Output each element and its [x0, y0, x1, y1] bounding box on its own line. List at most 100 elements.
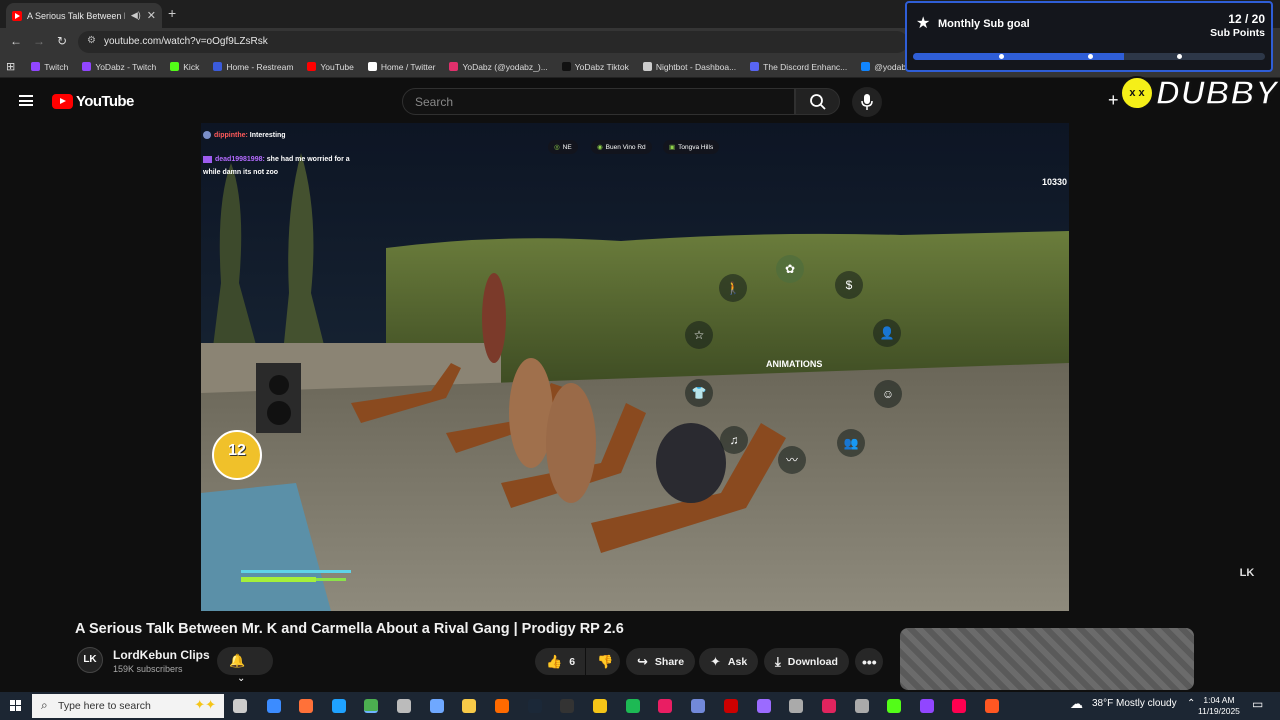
bookmark-item[interactable]: YouTube — [307, 62, 354, 72]
game-scene — [201, 123, 1069, 611]
bookmark-label: The Discord Enhanc... — [763, 61, 848, 72]
app-icon[interactable] — [985, 699, 999, 713]
forward-arrow-icon[interactable]: → — [33, 34, 45, 48]
walk-icon[interactable]: 🚶 — [719, 274, 747, 302]
apps-grid-icon[interactable]: ⊞ — [6, 60, 15, 73]
group-icon[interactable]: 👥 — [837, 429, 865, 457]
radial-menu-label: ANIMATIONS — [766, 359, 823, 369]
bookmark-label: YoDabz Tiktok — [574, 61, 629, 72]
bookmark-item[interactable]: Home - Restream — [213, 62, 293, 72]
tray-chevron-icon[interactable]: ⌃ — [1187, 698, 1195, 709]
app-icon[interactable] — [855, 699, 869, 713]
voice-search-button[interactable] — [852, 87, 882, 117]
obs-icon[interactable] — [397, 699, 411, 713]
video-player[interactable]: dippinthe: Interesting dead19981998: she… — [201, 123, 1069, 611]
like-button[interactable]: 👍 6 — [535, 648, 585, 675]
create-icon[interactable]: + — [1108, 90, 1119, 111]
bookmark-item[interactable]: Kick — [170, 62, 199, 72]
discord-icon[interactable] — [691, 699, 705, 713]
download-button[interactable]: ⤓ Download — [764, 648, 849, 675]
clock-date: 11/19/2025 — [1198, 706, 1240, 716]
location-chip: ▣ Tongva Hills — [663, 140, 720, 154]
youtube-logo[interactable]: YouTube — [52, 93, 134, 110]
channel-name[interactable]: LordKebun Clips — [113, 648, 210, 662]
copilot-icon[interactable] — [267, 699, 281, 713]
new-tab-button[interactable]: + — [168, 5, 176, 21]
app-icon[interactable] — [593, 699, 607, 713]
task-view-icon[interactable] — [233, 699, 247, 713]
app-icon[interactable] — [822, 699, 836, 713]
weather-text[interactable]: 38°F Mostly cloudy — [1092, 698, 1177, 709]
bookmark-favicon-icon — [170, 62, 180, 71]
channel-avatar[interactable]: LK — [77, 647, 103, 673]
reload-icon[interactable]: ↻ — [57, 34, 67, 48]
compass-icon: ◎ — [554, 144, 560, 151]
star-icon: ★ — [916, 15, 931, 32]
back-arrow-icon[interactable]: ← — [10, 34, 22, 48]
audio-playing-icon[interactable]: ◀) — [131, 10, 141, 21]
app-icon[interactable] — [724, 699, 738, 713]
file-explorer-icon[interactable] — [462, 699, 476, 713]
taskbar-search-input[interactable]: ⌕ Type here to search ✦✦ — [32, 694, 224, 718]
share-button[interactable]: ↪ Share — [626, 648, 696, 675]
taskbar-clock[interactable]: 1:04 AM 11/19/2025 — [1198, 695, 1240, 717]
ask-button[interactable]: ✦ Ask — [699, 648, 759, 675]
more-actions-button[interactable]: ••• — [855, 648, 883, 675]
location-chip: ◉ Buen Vino Rd — [591, 140, 652, 154]
app-icon[interactable] — [495, 699, 509, 713]
location-pin-icon: ◉ — [597, 144, 603, 151]
site-info-icon[interactable]: ⚙ — [87, 35, 96, 46]
emote-icon[interactable]: ☺ — [874, 380, 902, 408]
search-icon — [810, 94, 826, 110]
bookmark-item[interactable]: The Discord Enhanc... — [750, 62, 847, 72]
search-highlight-icon: ✦✦ — [194, 697, 216, 712]
firefox-icon[interactable] — [299, 699, 313, 713]
bookmark-favicon-icon — [561, 62, 571, 71]
gift-icon[interactable]: ✿ — [776, 255, 804, 283]
bookmark-item[interactable]: Nightbot - Dashboa... — [642, 62, 736, 72]
edge-icon[interactable] — [332, 699, 346, 713]
app-icon[interactable] — [887, 699, 901, 713]
notification-bell-button[interactable]: 🔔⌄ — [217, 647, 273, 684]
close-tab-icon[interactable]: ✕ — [147, 9, 156, 22]
search-button[interactable] — [795, 88, 840, 115]
chrome-icon[interactable] — [364, 699, 378, 713]
dollar-icon[interactable]: $ — [835, 271, 863, 299]
epic-games-icon[interactable] — [560, 699, 574, 713]
recommendation-thumbnail[interactable] — [900, 628, 1194, 690]
steam-icon[interactable] — [528, 699, 542, 713]
youtube-header: YouTube Search + — [0, 79, 1280, 123]
app-icon[interactable] — [920, 699, 934, 713]
shirt-icon[interactable]: 👕 — [685, 379, 713, 407]
add-person-icon[interactable]: 👤 — [873, 319, 901, 347]
music-note-icon[interactable]: ♫ — [720, 426, 748, 454]
url-text: youtube.com/watch?v=oOgf9LZsRsk — [104, 36, 268, 47]
app-icon[interactable] — [430, 699, 444, 713]
bookmark-item[interactable]: YoDabz Tiktok — [561, 61, 629, 72]
bookmark-item[interactable]: Twitch — [31, 62, 68, 72]
app-icon[interactable] — [658, 699, 672, 713]
bookmark-item[interactable]: YoDabz (@yodabz_)... — [449, 62, 548, 72]
settings-icon[interactable] — [789, 699, 803, 713]
address-bar[interactable]: ⚙ youtube.com/watch?v=oOgf9LZsRsk — [78, 31, 908, 53]
sub-goal-overlay: ★ Monthly Sub goal 12 / 20 Sub Points — [905, 1, 1273, 72]
chat-message: dead19981998: she had me worried for a w… — [203, 153, 353, 179]
bookmark-item[interactable]: Home / Twitter — [367, 62, 435, 72]
dislike-button[interactable]: 👎 — [586, 648, 620, 675]
notifications-icon[interactable]: ▭ — [1252, 697, 1263, 711]
tiktok-icon[interactable] — [952, 699, 966, 713]
bookmark-favicon-icon — [31, 62, 41, 71]
spotify-icon[interactable] — [626, 699, 640, 713]
channel-watermark[interactable]: LK — [1237, 567, 1257, 587]
bookmark-favicon-icon — [367, 62, 377, 71]
twitch-badge-icon — [203, 155, 212, 163]
youtube-wordmark: YouTube — [76, 93, 134, 110]
menu-icon[interactable] — [19, 95, 33, 106]
windows-start-icon[interactable] — [10, 700, 22, 712]
star-icon[interactable]: ☆ — [685, 321, 713, 349]
app-icon[interactable] — [757, 699, 771, 713]
pulse-icon[interactable]: 〰 — [778, 446, 806, 474]
bookmark-item[interactable]: YoDabz - Twitch — [82, 62, 156, 72]
browser-tab-active[interactable]: A Serious Talk Between Mr. ◀) ✕ — [6, 3, 162, 28]
search-input[interactable]: Search — [402, 88, 795, 115]
